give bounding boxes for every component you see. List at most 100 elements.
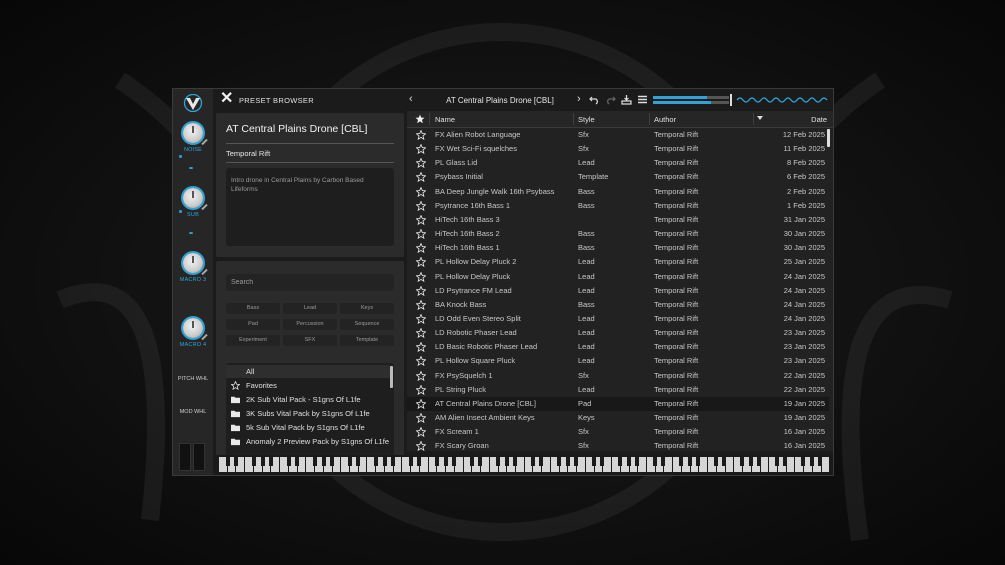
black-key[interactable] [504,457,509,466]
black-key[interactable] [800,457,805,466]
sort-descending-icon[interactable] [757,116,763,120]
black-key[interactable] [556,457,561,466]
black-key[interactable] [391,457,396,466]
favorite-star-icon[interactable] [416,257,426,268]
table-row[interactable]: LD Basic Robotic Phaser Lead Lead Temporal… [407,340,829,354]
favorite-star-icon[interactable] [416,398,426,409]
black-key[interactable] [356,457,361,466]
favorite-star-icon[interactable] [416,214,426,225]
black-key[interactable] [565,457,570,466]
folder-item[interactable]: Anomaly 2 Preview Pack by S1gns Of L1fe [226,435,390,448]
black-key[interactable] [373,457,378,466]
black-key[interactable] [225,457,230,466]
black-key[interactable] [321,457,326,466]
tag-sequence[interactable]: Sequence [340,319,394,330]
favorite-star-icon[interactable] [416,384,426,395]
table-row[interactable]: Psytrance 16th Bass 1 Bass Temporal Rift 1 … [407,199,829,213]
macro-4[interactable]: MACRO 4 [173,314,213,374]
tag-template[interactable]: Template [340,335,394,346]
column-header-date[interactable]: Date [811,115,827,124]
table-row[interactable]: FX PsySquelch 1 Sfx Temporal Rift 22 Jan 20… [407,369,829,383]
black-key[interactable] [748,457,753,466]
column-header-name[interactable]: Name [435,115,455,124]
table-row[interactable]: PL String Pluck Lead Temporal Rift 22 Jan 2… [407,383,829,397]
black-key[interactable] [722,457,727,466]
black-key[interactable] [408,457,413,466]
table-row[interactable]: BA Knock Bass Bass Temporal Rift 24 Jan 202… [407,298,829,312]
favorite-star-icon[interactable] [416,243,426,254]
favorite-star-icon[interactable] [416,342,426,353]
table-row[interactable]: LD Odd Even Stereo Split Lead Temporal Rif… [407,312,829,326]
folder-item-favorites[interactable]: Favorites [226,379,390,392]
table-row[interactable]: AT Central Plains Drone [CBL] Pad Temporal… [407,396,829,411]
favorite-star-icon[interactable] [416,144,426,155]
black-key[interactable] [434,457,439,466]
close-icon[interactable]: ✕ [220,91,234,107]
folder-item[interactable]: 2K Sub Vital Pack - S1gns Of L1fe [226,393,390,406]
black-key[interactable] [260,457,265,466]
tag-lead[interactable]: Lead [283,303,337,314]
black-key[interactable] [234,457,239,466]
tag-pad[interactable]: Pad [226,319,280,330]
black-key[interactable] [713,457,718,466]
favorite-star-icon[interactable] [416,200,426,211]
macro-knob[interactable] [183,188,203,208]
redo-icon[interactable] [605,94,616,105]
black-key[interactable] [443,457,448,466]
table-row[interactable]: PL Hollow Square Pluck Lead Temporal Rift 2… [407,354,829,368]
black-key[interactable] [818,457,823,466]
black-key[interactable] [539,457,544,466]
preset-description[interactable]: Intro drone in Central Plains by Carbon … [226,168,394,246]
pitch-wheel[interactable] [179,443,191,471]
tag-sfx[interactable]: SFX [283,335,337,346]
table-row[interactable]: HiTech 16th Bass 2 Bass Temporal Rift 30 Ja… [407,227,829,241]
next-preset-icon[interactable]: › [577,93,581,105]
favorite-star-icon[interactable] [416,370,426,381]
table-row[interactable]: PL Glass Lid Lead Temporal Rift 8 Feb 2025 [407,156,829,170]
favorite-star-icon[interactable] [416,271,426,282]
black-key[interactable] [635,457,640,466]
black-key[interactable] [382,457,387,466]
black-key[interactable] [269,457,274,466]
black-key[interactable] [312,457,317,466]
favorite-star-icon[interactable] [416,299,426,310]
table-scrollbar[interactable] [827,129,830,147]
black-key[interactable] [591,457,596,466]
folder-scrollbar[interactable] [390,366,393,388]
black-key[interactable] [626,457,631,466]
table-row[interactable]: FX Wet Sci-Fi squelches Sfx Temporal Rift 1… [407,142,829,156]
favorite-star-icon[interactable] [416,158,426,169]
macro-knob[interactable] [183,123,203,143]
prev-preset-icon[interactable]: ‹ [409,93,413,105]
mod-wheel[interactable] [193,443,205,471]
folder-item[interactable]: 3K Subs Vital Pack by S1gns Of L1fe [226,407,390,420]
tag-percussion[interactable]: Percussion [283,319,337,330]
black-key[interactable] [417,457,422,466]
search-input[interactable] [226,274,394,291]
black-key[interactable] [678,457,683,466]
table-row[interactable]: AM Alien Insect Ambient Keys Keys Temporal… [407,411,829,425]
black-key[interactable] [617,457,622,466]
favorite-star-icon[interactable] [416,285,426,296]
column-header-author[interactable]: Author [654,115,676,124]
macro-sub[interactable]: SUB [173,184,213,244]
macro-noise[interactable]: NOISE [173,119,213,179]
favorite-star-icon[interactable] [416,356,426,367]
folder-item[interactable]: 5k Sub Vital Pack by S1gns Of L1fe [226,421,390,434]
favorite-star-icon[interactable] [416,441,426,451]
table-row[interactable]: BA Deep Jungle Walk 16th Psybass Bass Temp… [407,185,829,199]
favorite-star-icon[interactable] [416,427,426,438]
undo-icon[interactable] [589,94,600,105]
table-row[interactable]: FX Scary Groan Sfx Temporal Rift 16 Jan 202… [407,439,829,451]
black-key[interactable] [809,457,814,466]
macro-3[interactable]: MACRO 3 [173,249,213,309]
table-row[interactable]: FX Alien Robot Language Sfx Temporal Rift 1… [407,128,829,142]
black-key[interactable] [774,457,779,466]
black-key[interactable] [330,457,335,466]
black-key[interactable] [286,457,291,466]
favorite-star-icon[interactable] [416,130,426,140]
save-icon[interactable] [621,94,632,105]
black-key[interactable] [295,457,300,466]
black-key[interactable] [452,457,457,466]
table-row[interactable]: LD Psytrance FM Lead Lead Temporal Rift 24 … [407,284,829,298]
